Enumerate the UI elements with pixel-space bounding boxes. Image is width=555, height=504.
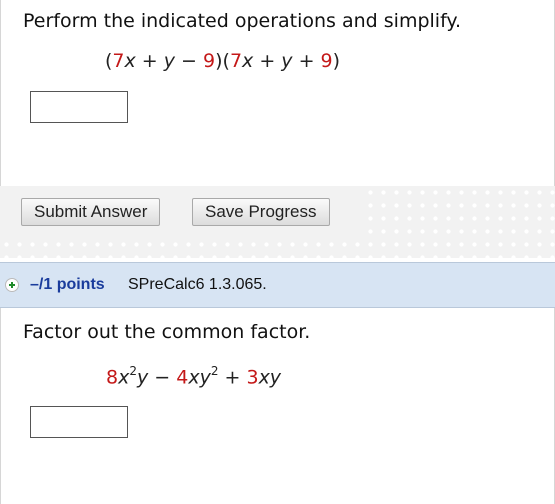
exponent: 2 xyxy=(129,364,137,378)
operator: + xyxy=(218,366,247,389)
variable: x xyxy=(242,50,254,72)
question-2-expression: 8x2y − 4xy2 + 3xy xyxy=(106,364,282,389)
variable: xy xyxy=(258,366,282,389)
paren: ) xyxy=(332,50,341,72)
paren: ( xyxy=(222,50,230,72)
variable: y xyxy=(136,366,149,389)
save-progress-button[interactable]: Save Progress xyxy=(192,198,330,226)
question-2-header: –/1 points SPreCalc6 1.3.065. xyxy=(0,262,555,308)
coefficient: 3 xyxy=(246,366,259,389)
variable: x xyxy=(124,50,136,72)
question-2-card: Factor out the common factor. 8x2y − 4xy… xyxy=(0,308,555,504)
answer-input-2[interactable] xyxy=(30,406,128,438)
operator: − xyxy=(175,50,204,72)
coefficient: 7 xyxy=(229,50,243,72)
exponent: 2 xyxy=(210,364,219,378)
expand-plus-icon[interactable] xyxy=(5,278,19,292)
coefficient: 8 xyxy=(106,366,119,389)
question-1-expression: (7x + y − 9)(7x + y + 9) xyxy=(105,50,340,72)
variable: x xyxy=(188,366,200,389)
variable: x xyxy=(118,366,130,389)
paren: ) xyxy=(215,50,223,72)
submit-answer-button[interactable]: Submit Answer xyxy=(21,198,161,226)
constant: 9 xyxy=(320,50,333,72)
coefficient: 4 xyxy=(176,366,189,389)
operator: − xyxy=(148,366,177,389)
operator: + xyxy=(253,50,282,72)
points-label: –/1 points xyxy=(30,276,105,293)
question-1-card: Perform the indicated operations and sim… xyxy=(0,0,555,186)
answer-input-1[interactable] xyxy=(30,91,128,123)
variable: y xyxy=(163,50,176,72)
variable: y xyxy=(281,50,293,72)
operator: + xyxy=(292,50,321,72)
variable: y xyxy=(199,366,211,389)
operator: + xyxy=(135,50,164,72)
question-1-prompt: Perform the indicated operations and sim… xyxy=(23,10,462,32)
question-id: SPreCalc6 1.3.065. xyxy=(128,276,267,293)
constant: 9 xyxy=(203,50,216,72)
coefficient: 7 xyxy=(112,50,125,72)
question-2-prompt: Factor out the common factor. xyxy=(23,321,311,343)
